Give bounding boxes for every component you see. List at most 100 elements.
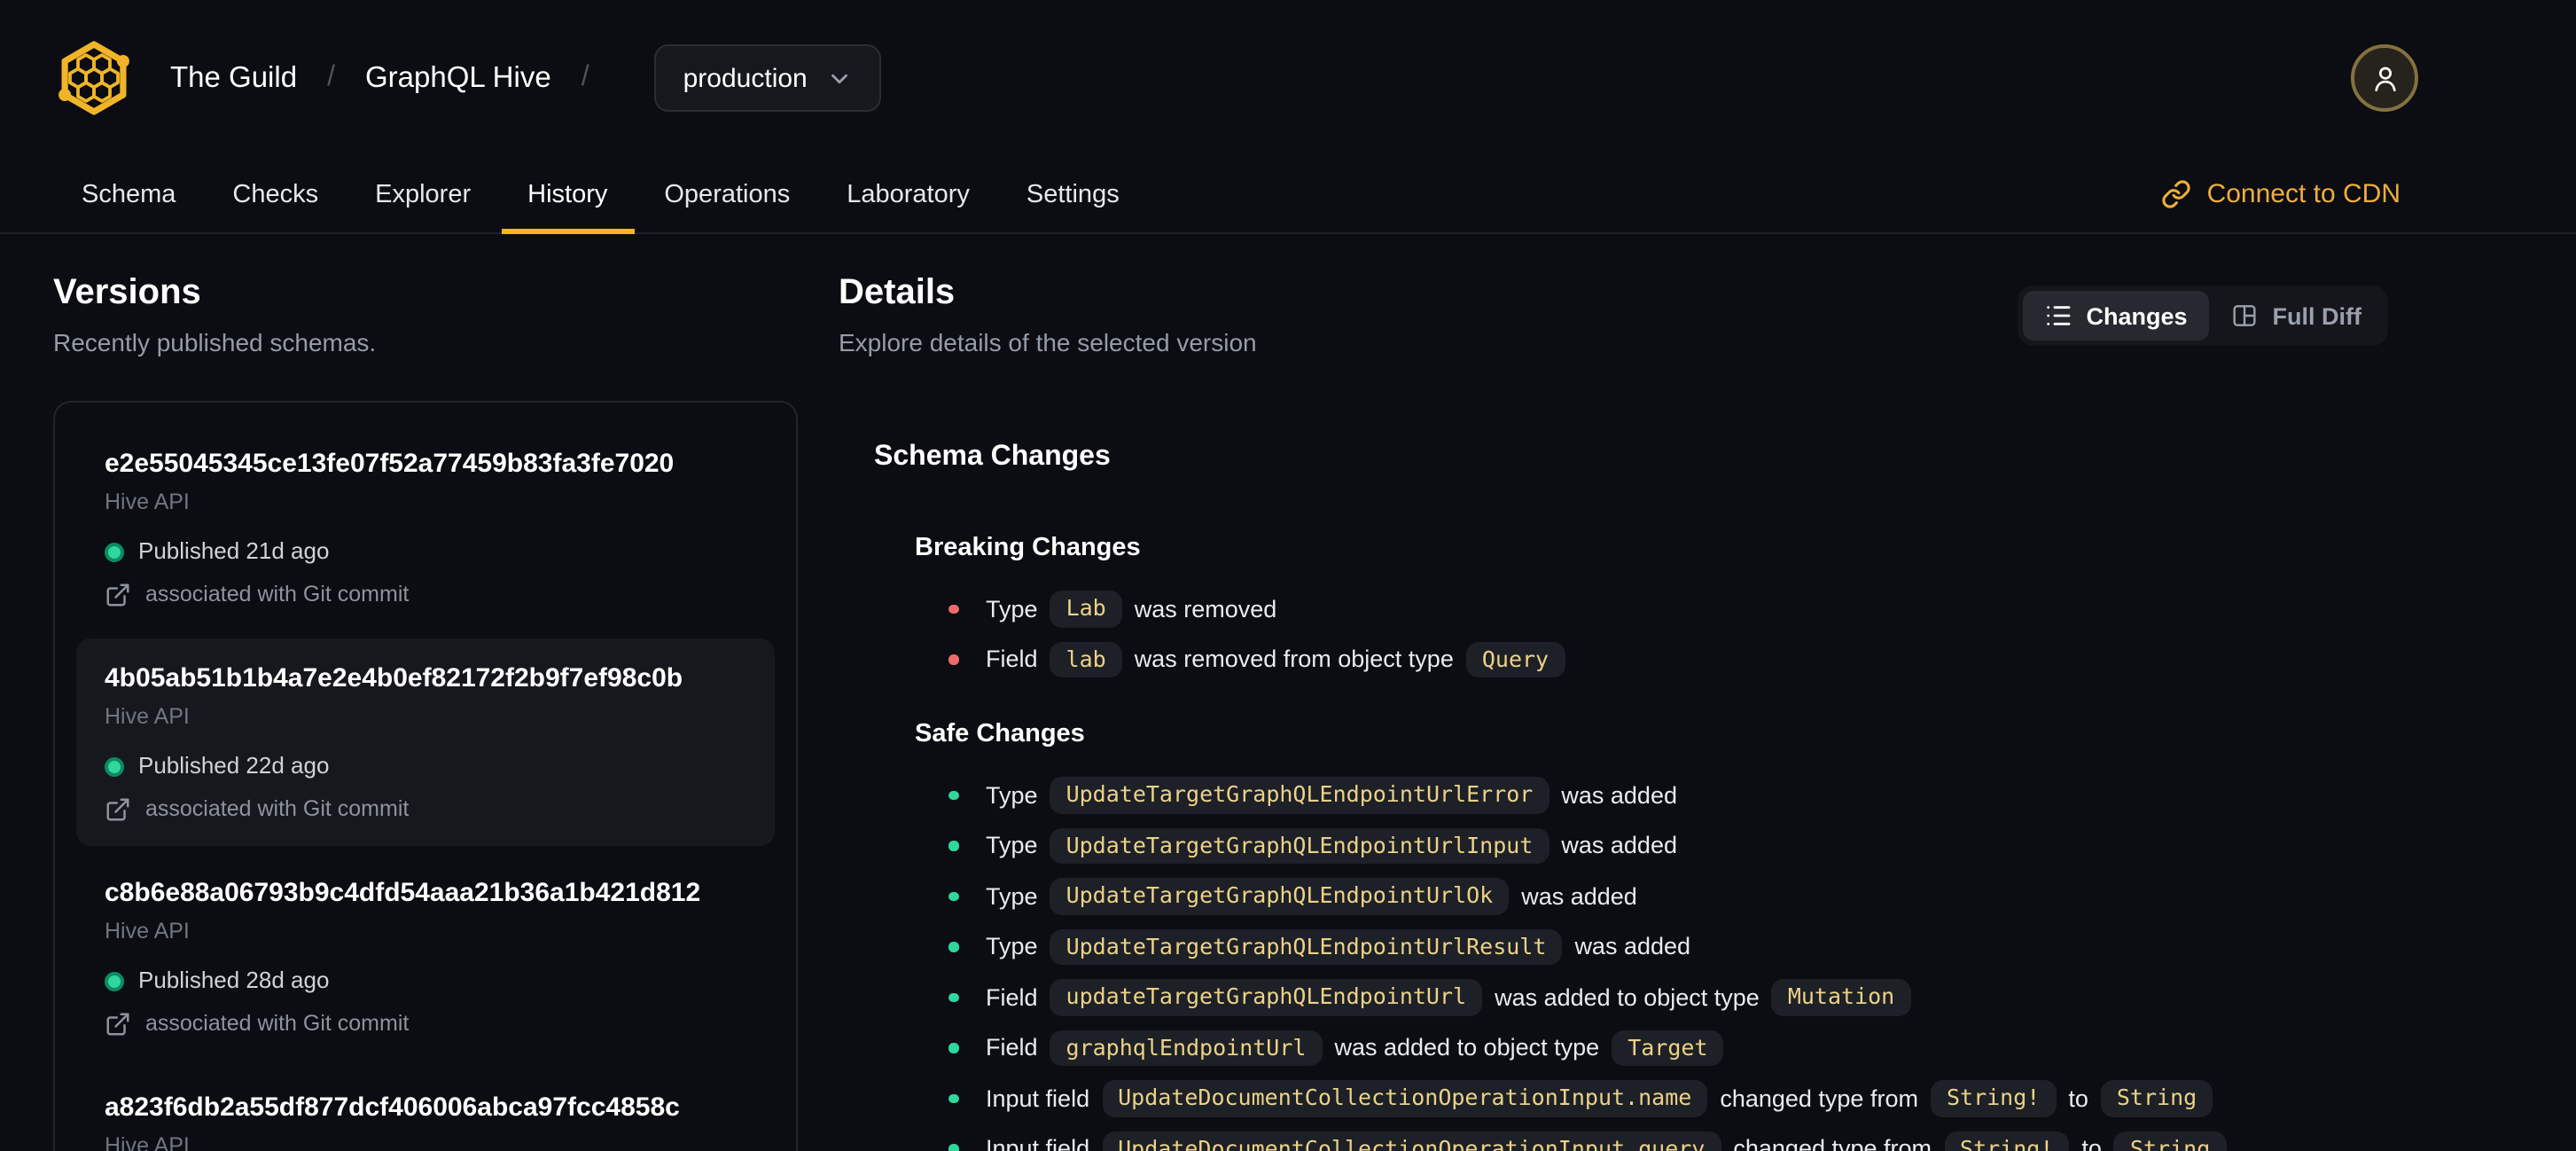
change-text: to — [2081, 1135, 2102, 1151]
schema-changes-title: Schema Changes — [874, 442, 1111, 472]
view-toggle: Changes Full Diff — [2017, 286, 2388, 346]
breaking-bullet-icon — [948, 604, 973, 614]
change-text: was removed from object type — [1134, 646, 1454, 673]
change-text: was added — [1574, 933, 1691, 960]
safe-change-item: Type UpdateTargetGraphQLEndpointUrlError w… — [915, 770, 2388, 820]
change-text: to — [2068, 1084, 2088, 1112]
version-list-item[interactable]: c8b6e88a06793b9c4dfd54aaa21b36a1b421d812… — [76, 853, 775, 1061]
breaking-changes-list: Type Lab was removed Field lab was removed fr… — [915, 583, 2388, 685]
code-badge: Mutation — [1771, 979, 1911, 1015]
external-link-icon — [106, 583, 129, 606]
safe-bullet-icon — [948, 992, 973, 1002]
chevron-down-icon — [831, 73, 848, 83]
publish-status: Published 28d ago — [105, 967, 746, 995]
code-badge: String — [2113, 1131, 2227, 1151]
schema-changes-body: Breaking Changes Type Lab was removed Field… — [915, 530, 2388, 1151]
tab-explorer[interactable]: Explorer — [347, 156, 499, 232]
versions-title: Versions — [53, 273, 201, 312]
breadcrumb-project[interactable]: GraphQL Hive — [365, 61, 551, 95]
code-badge: UpdateDocumentCollectionOperationInput.q… — [1102, 1131, 1721, 1151]
change-text: Input field — [986, 1135, 1090, 1151]
code-badge: Lab — [1050, 591, 1122, 627]
code-badge: UpdateTargetGraphQLEndpointUrlError — [1050, 777, 1550, 813]
code-badge: UpdateDocumentCollectionOperationInput.n… — [1102, 1080, 1708, 1116]
change-text: was added — [1521, 882, 1637, 910]
safe-bullet-icon — [948, 1093, 973, 1103]
breaking-change-item: Type Lab was removed — [915, 583, 2388, 634]
target-selector[interactable]: production — [654, 44, 882, 112]
external-link-icon — [106, 1012, 129, 1035]
tab-operations[interactable]: Operations — [636, 156, 818, 232]
target-selector-value: production — [683, 63, 808, 93]
code-badge: String! — [1944, 1131, 2070, 1151]
code-badge: String — [2100, 1080, 2213, 1116]
details-title: Details — [839, 273, 956, 312]
code-badge: UpdateTargetGraphQLEndpointUrlResult — [1050, 928, 1563, 965]
full-diff-view-label: Full Diff — [2272, 302, 2362, 329]
main-nav: Schema Checks Explorer History Operation… — [0, 156, 2576, 234]
change-text: Field — [986, 983, 1038, 1011]
code-badge: graphqlEndpointUrl — [1050, 1030, 1323, 1066]
change-text: Type — [986, 832, 1038, 859]
git-commit-label: associated with Git commit — [145, 796, 410, 821]
change-text: was removed — [1134, 595, 1277, 622]
code-badge: lab — [1050, 641, 1122, 677]
version-list-item[interactable]: a823f6db2a55df877dcf406006abca97fcc4858c… — [76, 1068, 775, 1151]
commit-hash: a823f6db2a55df877dcf406006abca97fcc4858c — [105, 1092, 680, 1123]
safe-bullet-icon — [948, 942, 973, 951]
git-commit-link[interactable]: associated with Git commit — [105, 795, 746, 823]
code-badge: String! — [1930, 1080, 2057, 1116]
publish-status: Published 22d ago — [105, 752, 746, 780]
breadcrumb: The Guild / GraphQL Hive / production — [0, 0, 2576, 156]
safe-bullet-icon — [948, 1043, 973, 1053]
commit-hash: 4b05ab51b1b4a7e2e4b0ef82172f2b9f7ef98c0b — [105, 663, 683, 693]
breadcrumb-org[interactable]: The Guild — [170, 61, 297, 95]
hive-honeycomb-icon — [59, 41, 129, 115]
user-avatar-button[interactable] — [2351, 44, 2418, 112]
change-text: changed type from — [1720, 1084, 1918, 1112]
git-commit-link[interactable]: associated with Git commit — [105, 1009, 746, 1037]
change-text: was added to object type — [1495, 983, 1760, 1011]
tab-laboratory[interactable]: Laboratory — [818, 156, 998, 232]
git-commit-label: associated with Git commit — [145, 1011, 410, 1036]
full-diff-view-button[interactable]: Full Diff — [2209, 291, 2384, 341]
tab-checks[interactable]: Checks — [204, 156, 347, 232]
versions-panel: Versions Recently published schemas. e2e… — [53, 270, 798, 1151]
version-list-item[interactable]: 4b05ab51b1b4a7e2e4b0ef82172f2b9f7ef98c0b… — [76, 638, 775, 846]
safe-bullet-icon — [948, 841, 973, 850]
change-text: Input field — [986, 1084, 1090, 1112]
git-commit-link[interactable]: associated with Git commit — [105, 580, 746, 608]
breaking-bullet-icon — [948, 654, 973, 664]
breadcrumb-separator: / — [327, 62, 335, 92]
publish-status: Published 21d ago — [105, 537, 746, 566]
columns-icon — [2232, 305, 2256, 326]
safe-change-item: Type UpdateTargetGraphQLEndpointUrlOk was … — [915, 871, 2388, 921]
breaking-change-item: Field lab was removed from object type Quer… — [915, 634, 2388, 685]
person-icon — [2374, 66, 2395, 91]
change-text: Field — [986, 1034, 1038, 1061]
tab-history[interactable]: History — [499, 156, 636, 234]
safe-change-item: Input field UpdateDocumentCollectionOpera… — [915, 1124, 2388, 1151]
version-list-item[interactable]: e2e55045345ce13fe07f52a77459b83fa3fe7020… — [76, 424, 775, 631]
change-text: Type — [986, 882, 1038, 910]
code-badge: Query — [1465, 641, 1565, 677]
changes-view-button[interactable]: Changes — [2022, 291, 2209, 341]
tab-schema[interactable]: Schema — [53, 156, 204, 232]
versions-subtitle: Recently published schemas. — [53, 328, 377, 356]
hive-logo[interactable] — [53, 37, 135, 119]
safe-bullet-icon — [948, 891, 973, 901]
chain-link-icon — [2161, 180, 2190, 208]
header: The Guild / GraphQL Hive / production Sc… — [0, 0, 2576, 234]
change-text: Type — [986, 781, 1038, 809]
publish-time-label: Published 28d ago — [138, 967, 330, 993]
safe-change-item: Field updateTargetGraphQLEndpointUrl was a… — [915, 972, 2388, 1022]
connect-cdn-link[interactable]: Connect to CDN — [2161, 179, 2400, 209]
tab-settings[interactable]: Settings — [998, 156, 1148, 232]
details-header: Details Explore details of the selected … — [839, 270, 2388, 360]
list-icon — [2046, 306, 2070, 325]
breadcrumb-separator: / — [581, 62, 589, 92]
safe-change-item: Field graphqlEndpointUrl was added to obje… — [915, 1022, 2388, 1073]
version-list: e2e55045345ce13fe07f52a77459b83fa3fe7020… — [53, 401, 798, 1151]
published-status-dot-icon — [105, 542, 124, 561]
change-text: was added — [1561, 781, 1677, 809]
